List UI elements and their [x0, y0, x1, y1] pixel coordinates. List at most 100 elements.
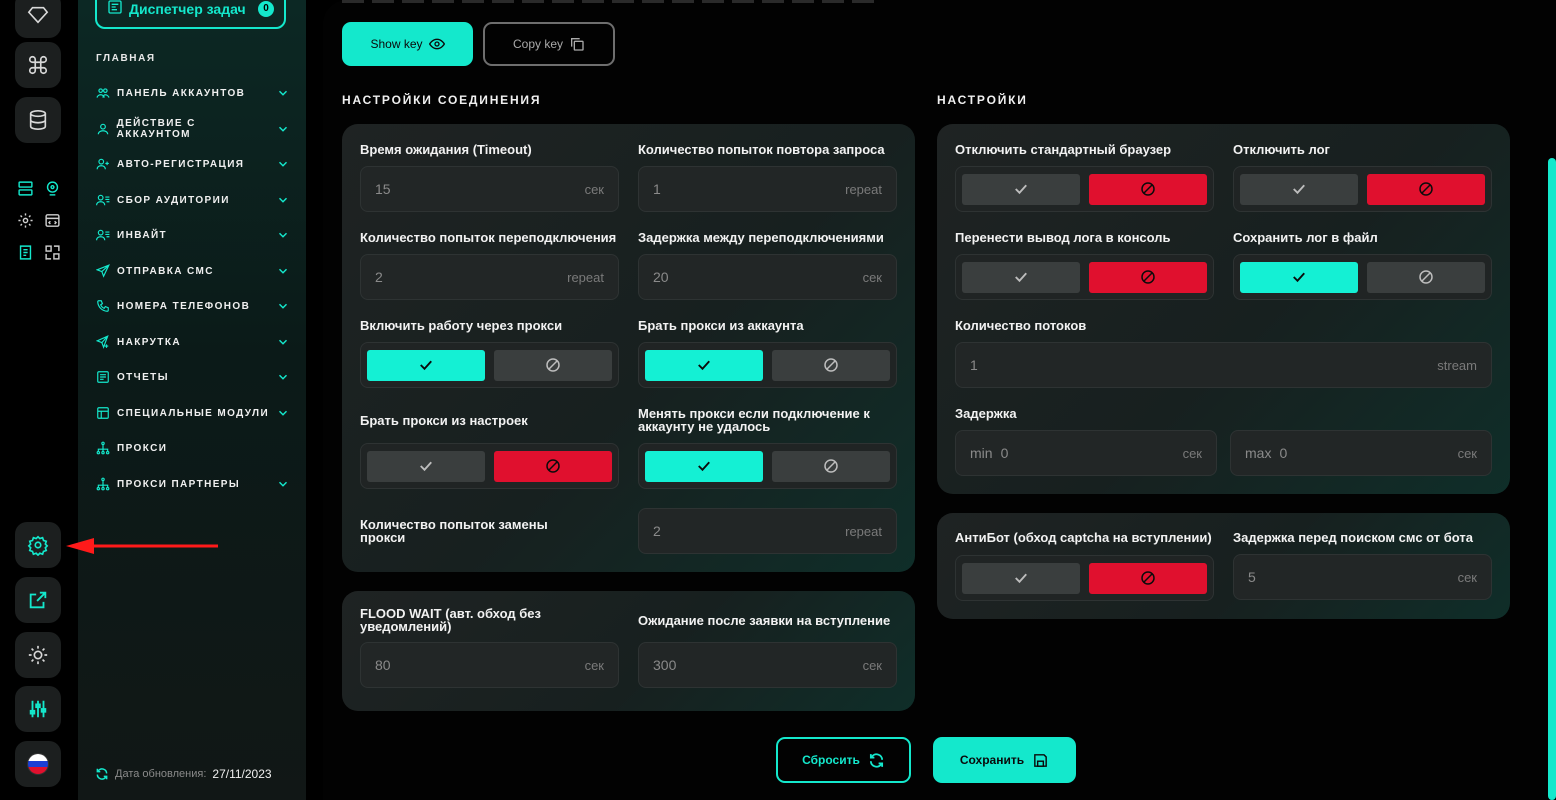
russia-flag-icon	[27, 753, 49, 775]
menu-item-label: НОМЕРА ТЕЛЕФОНОВ	[117, 300, 251, 312]
log-to-console-off-option[interactable]	[1089, 261, 1207, 293]
show-key-button[interactable]: Show key	[342, 22, 473, 66]
icon-rail	[0, 0, 78, 800]
log-to-console-label: Перенести вывод лога в консоль	[955, 230, 1171, 245]
connection-section-title: НАСТРОЙКИ СОЕДИНЕНИЯ	[342, 93, 542, 107]
antibot-captcha-off-option[interactable]	[1089, 562, 1207, 594]
command-button[interactable]	[15, 42, 61, 88]
command-icon	[28, 55, 48, 75]
flood-wait-input[interactable]: 80 сек	[360, 642, 619, 688]
task-manager-button[interactable]: Диспетчер задач 0	[95, 0, 286, 29]
disable-log-on-option[interactable]	[1240, 173, 1358, 205]
send-plus-icon	[95, 334, 111, 350]
task-manager-label: Диспетчер задач	[129, 0, 246, 17]
chevron-down-icon	[276, 299, 290, 313]
user-list-icon	[95, 227, 111, 243]
save-button[interactable]: Сохранить	[933, 737, 1076, 783]
scan-button[interactable]	[42, 242, 62, 262]
database-button[interactable]	[15, 97, 61, 143]
menu-item-phone-numbers[interactable]: НОМЕРА ТЕЛЕФОНОВ	[95, 295, 290, 317]
log-to-file-label: Сохранить лог в файл	[1233, 230, 1378, 245]
menu-item-accounts-panel[interactable]: ПАНЕЛЬ АККАУНТОВ	[95, 82, 290, 104]
check-icon	[698, 461, 710, 472]
menu-item-reports[interactable]: ОТЧЕТЫ	[95, 366, 290, 388]
threads-value: 1	[970, 357, 978, 373]
menu-item-invite[interactable]: ИНВАЙТ	[95, 224, 290, 246]
ban-icon	[1419, 182, 1433, 196]
menu-item-send-sms[interactable]: ОТПРАВКА СМС	[95, 260, 290, 282]
server-list-button[interactable]	[15, 178, 35, 198]
threads-unit: stream	[1437, 357, 1477, 373]
use-proxy-toggle	[360, 342, 619, 388]
external-link-button[interactable]	[15, 577, 61, 623]
retry-count-unit: repeat	[845, 181, 882, 197]
disable-log-toggle	[1233, 166, 1492, 212]
chevron-down-icon	[276, 335, 290, 349]
timeout-label: Время ожидания (Timeout)	[360, 142, 532, 157]
log-to-file-on-option[interactable]	[1240, 261, 1358, 293]
menu-item-account-action[interactable]: ДЕЙСТВИЕ С АККАУНТОМ	[95, 118, 290, 140]
delay-min-input[interactable]: min 0 сек	[955, 430, 1217, 476]
delay-label: Задержка	[955, 406, 1017, 421]
join-wait-value: 300	[653, 657, 677, 673]
threads-input[interactable]: 1 stream	[955, 342, 1492, 388]
language-button[interactable]	[15, 741, 61, 787]
menu-item-proxy-partners[interactable]: ПРОКСИ ПАРТНЕРЫ	[95, 473, 290, 495]
sms-delay-input[interactable]: 5 сек	[1233, 554, 1492, 600]
reset-button[interactable]: Сбросить	[776, 737, 911, 783]
delay-min-value: 0	[1000, 445, 1009, 461]
log-to-file-off-option[interactable]	[1367, 261, 1485, 293]
disable-browser-on-option[interactable]	[962, 173, 1080, 205]
proxy-replace-count-value: 2	[653, 523, 661, 539]
delay-max-input[interactable]: max 0 сек	[1230, 430, 1492, 476]
join-wait-input[interactable]: 300 сек	[638, 642, 897, 688]
chevron-down-icon	[276, 86, 290, 100]
database-icon	[29, 110, 47, 130]
code-window-button[interactable]	[42, 210, 62, 230]
proxy-from-settings-off-option[interactable]	[494, 450, 612, 482]
proxy-replace-count-input[interactable]: 2 repeat	[638, 508, 897, 554]
reconnect-count-input[interactable]: 2 repeat	[360, 254, 619, 300]
reconnect-delay-input[interactable]: 20 сек	[638, 254, 897, 300]
menu-item-special-modules[interactable]: СПЕЦИАЛЬНЫЕ МОДУЛИ	[95, 402, 290, 424]
proxy-from-account-off-option[interactable]	[772, 349, 890, 381]
users-icon	[95, 85, 111, 101]
gear-icon	[27, 535, 49, 556]
diamond-button[interactable]	[15, 0, 61, 38]
retry-count-label: Количество попыток повтора запроса	[638, 142, 885, 157]
settings-small-button[interactable]	[15, 210, 35, 230]
change-proxy-on-option[interactable]	[645, 450, 763, 482]
proxy-from-account-on-option[interactable]	[645, 349, 763, 381]
theme-toggle-button[interactable]	[15, 632, 61, 678]
equalizer-button[interactable]	[15, 686, 61, 732]
retry-count-input[interactable]: 1 repeat	[638, 166, 897, 212]
use-proxy-on-option[interactable]	[367, 349, 485, 381]
notes-button[interactable]	[15, 242, 35, 262]
log-to-console-on-option[interactable]	[962, 261, 1080, 293]
settings-button[interactable]	[15, 522, 61, 568]
proxy-from-account-label: Брать прокси из аккаунта	[638, 318, 804, 333]
report-icon	[95, 369, 111, 385]
scrollbar[interactable]	[1548, 158, 1556, 800]
chevron-down-icon	[276, 264, 290, 278]
menu-item-auto-registration[interactable]: АВТО-РЕГИСТРАЦИЯ	[95, 153, 290, 175]
server-list-icon	[17, 180, 33, 196]
menu-item-label: ИНВАЙТ	[117, 229, 168, 241]
timeout-input[interactable]: 15 сек	[360, 166, 619, 212]
settings-section-title: НАСТРОЙКИ	[937, 93, 1028, 107]
change-proxy-off-option[interactable]	[772, 450, 890, 482]
disable-browser-off-option[interactable]	[1089, 173, 1207, 205]
copy-key-button[interactable]: Copy key	[483, 22, 615, 66]
antibot-captcha-on-option[interactable]	[962, 562, 1080, 594]
use-proxy-off-option[interactable]	[494, 349, 612, 381]
menu-item-boost[interactable]: НАКРУТКА	[95, 331, 290, 353]
proxy-from-account-toggle	[638, 342, 897, 388]
menu-item-audience-collection[interactable]: СБОР АУДИТОРИИ	[95, 189, 290, 211]
webcam-button[interactable]	[42, 178, 62, 198]
antibot-captcha-label: АнтиБот (обход captcha на вступлении)	[955, 530, 1212, 545]
proxy-from-settings-on-option[interactable]	[367, 450, 485, 482]
reconnect-count-label: Количество попыток переподключения	[360, 230, 617, 245]
sms-delay-label: Задержка перед поиском смс от бота	[1233, 530, 1474, 545]
menu-item-proxy[interactable]: ПРОКСИ	[95, 437, 290, 459]
disable-log-off-option[interactable]	[1367, 173, 1485, 205]
